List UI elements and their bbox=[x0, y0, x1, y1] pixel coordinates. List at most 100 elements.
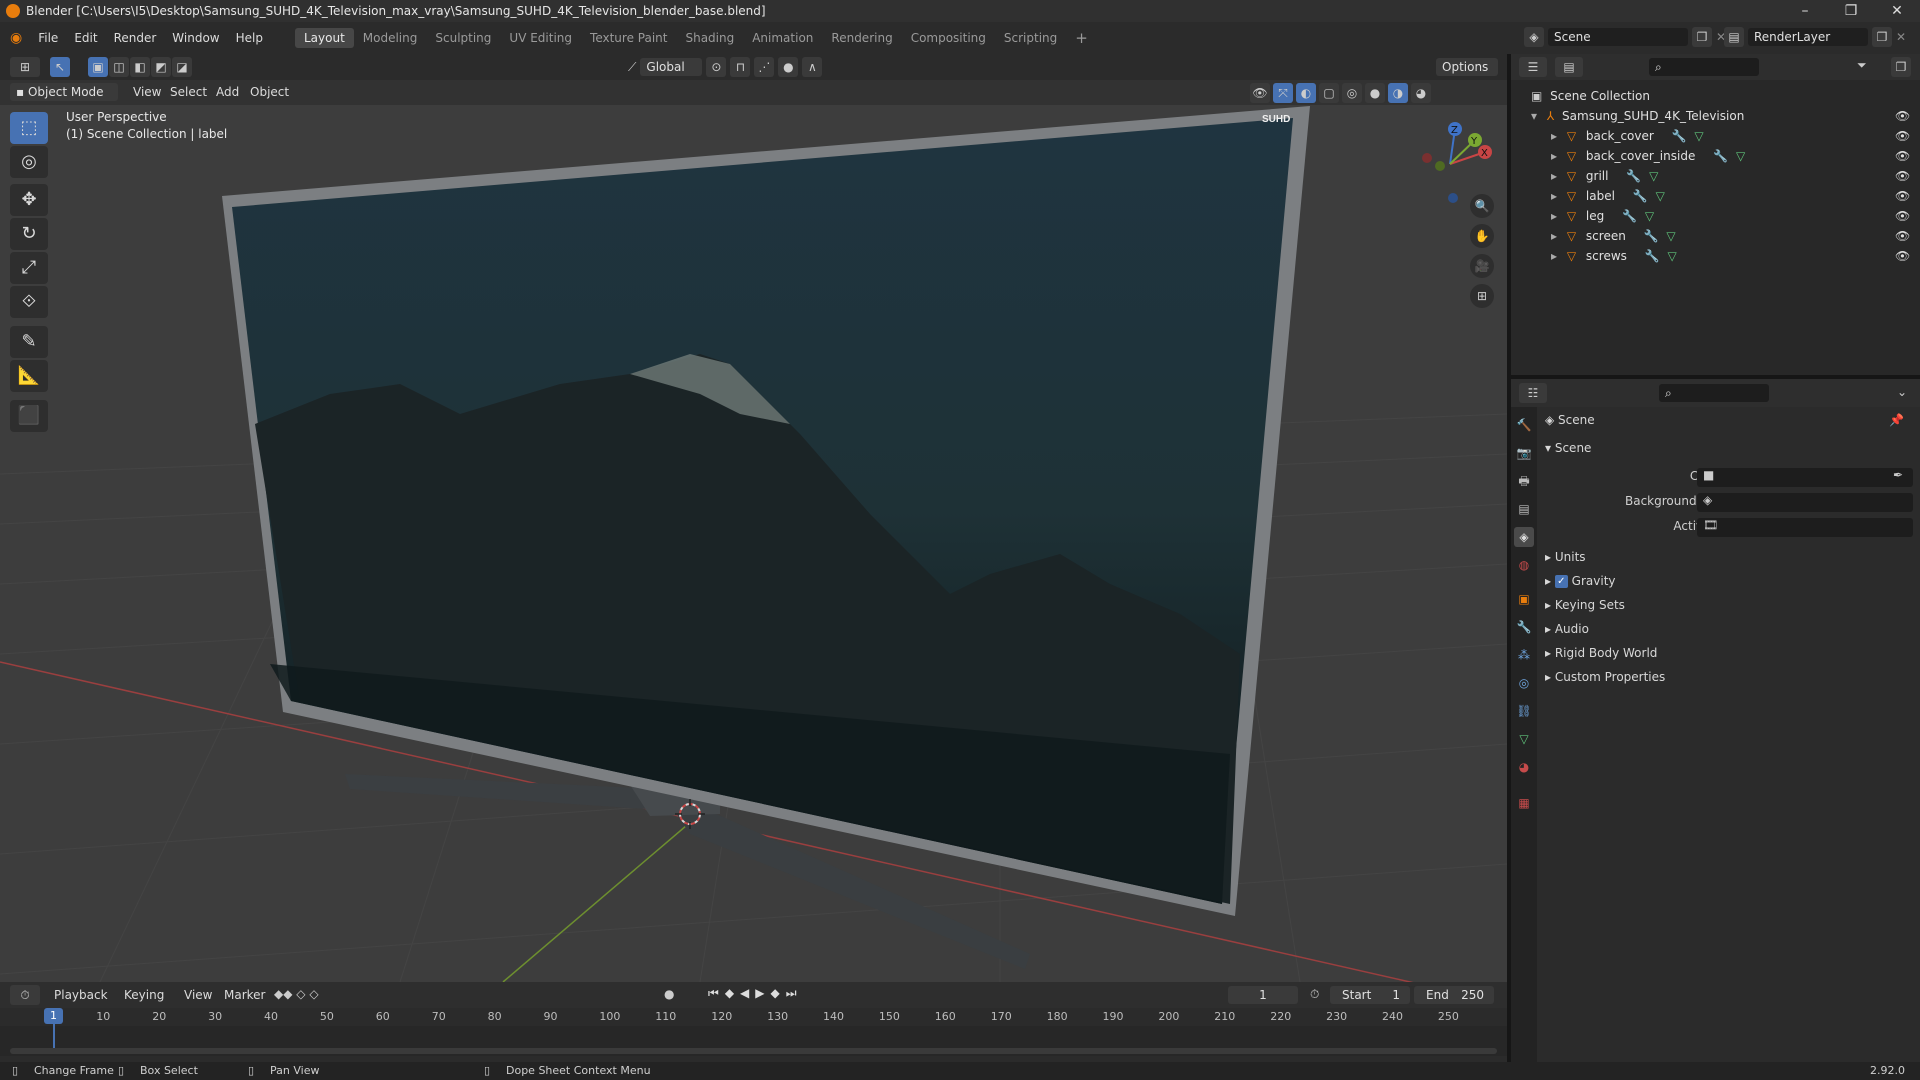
visibility-eye-icon[interactable]: 👁 bbox=[1895, 126, 1910, 146]
gravity-checkbox[interactable]: ✓ bbox=[1554, 575, 1568, 588]
visibility-icon[interactable]: 👁 bbox=[1250, 83, 1270, 103]
particles-tab-icon[interactable]: ⁂ bbox=[1514, 645, 1534, 665]
modifier-wrench-icon[interactable]: 🔧 bbox=[1713, 149, 1728, 163]
subpanel-gravity[interactable]: ▸ ✓ Gravity bbox=[1545, 570, 1915, 592]
modifier-wrench-icon[interactable]: 🔧 bbox=[1622, 209, 1637, 223]
visibility-eye-icon[interactable]: 👁 bbox=[1895, 206, 1910, 226]
expand-chevron-icon[interactable]: ▸ bbox=[1551, 189, 1557, 203]
properties-search-input[interactable]: ⌕ bbox=[1659, 384, 1769, 402]
transform-tool-icon[interactable]: ⟐ bbox=[10, 286, 48, 318]
timeline-track-area[interactable]: 10 20 30 40 50 60 70 80 90 100 110 120 130 140 150 160 1… bbox=[0, 1008, 1507, 1056]
select-new-icon[interactable]: ▣ bbox=[88, 57, 108, 77]
annotate-tool-icon[interactable]: ✎ bbox=[10, 326, 48, 358]
shading-solid-icon[interactable]: ● bbox=[1365, 83, 1385, 103]
area-divider[interactable] bbox=[1511, 375, 1920, 379]
shading-material-icon[interactable]: ◑ bbox=[1388, 83, 1408, 103]
new-collection-icon[interactable]: ❐ bbox=[1891, 57, 1911, 77]
outliner-row-object[interactable]: ▸ ▽ back_cover_inside 🔧 ▽ 👁 bbox=[1511, 146, 1920, 166]
editor-type-button[interactable]: ⊞ bbox=[10, 57, 40, 77]
xray-toggle-icon[interactable]: ▢ bbox=[1319, 83, 1339, 103]
outliner-editor-type-icon[interactable]: ☰ bbox=[1519, 57, 1547, 77]
timeline-editor-type-icon[interactable]: ⏱ bbox=[10, 985, 40, 1005]
select-box-tool-icon[interactable]: ⬚ bbox=[10, 112, 48, 144]
material-tab-icon[interactable]: ◕ bbox=[1514, 757, 1534, 777]
visibility-eye-icon[interactable]: 👁 bbox=[1895, 186, 1910, 206]
shading-rendered-icon[interactable]: ◕ bbox=[1411, 83, 1431, 103]
eyedropper-icon[interactable]: ✒ bbox=[1893, 468, 1903, 482]
blender-menu-icon[interactable]: ◉ bbox=[10, 30, 22, 46]
next-keyframe-icon[interactable]: ◆ bbox=[771, 986, 780, 1001]
rotate-tool-icon[interactable]: ↻ bbox=[10, 218, 48, 250]
tab-modeling[interactable]: Modeling bbox=[354, 28, 427, 48]
pivot-point-icon[interactable]: ⊙ bbox=[706, 57, 727, 77]
viewport-scene[interactable]: SUHD bbox=[0, 54, 1507, 982]
zoom-icon[interactable]: 🔍 bbox=[1470, 194, 1494, 218]
subpanel-audio[interactable]: ▸ Audio bbox=[1545, 618, 1915, 640]
data-tab-icon[interactable]: ▽ bbox=[1514, 729, 1534, 749]
3d-viewport[interactable]: SUHD ⊞ ↖ ▣ ◫ ◧ ◩ ◪ ⟋ Global ⊙ ⊓ ⋰ ● ∧ Op… bbox=[0, 54, 1507, 982]
delete-view-layer-icon[interactable]: ✕ bbox=[1896, 30, 1906, 44]
view-layer-field[interactable]: RenderLayer bbox=[1748, 28, 1868, 46]
outliner-row-collection[interactable]: ▾ ⅄ Samsung_SUHD_4K_Television 👁 bbox=[1511, 106, 1920, 126]
outliner-row-object[interactable]: ▸ ▽ screws 🔧 ▽ 👁 bbox=[1511, 246, 1920, 266]
subpanel-custom-properties[interactable]: ▸ Custom Properties bbox=[1545, 666, 1915, 688]
modifier-wrench-icon[interactable]: 🔧 bbox=[1644, 229, 1659, 243]
visibility-eye-icon[interactable]: 👁 bbox=[1895, 166, 1910, 186]
visibility-eye-icon[interactable]: 👁 bbox=[1895, 106, 1910, 126]
new-scene-icon[interactable]: ❐ bbox=[1692, 27, 1712, 47]
menu-window[interactable]: Window bbox=[164, 28, 227, 48]
select-extend-icon[interactable]: ◫ bbox=[109, 57, 129, 77]
tab-sculpting[interactable]: Sculpting bbox=[426, 28, 500, 48]
expand-chevron-icon[interactable]: ▸ bbox=[1551, 149, 1557, 163]
tool-select-icon[interactable]: ↖ bbox=[50, 57, 70, 77]
playhead-frame-indicator[interactable]: 1 bbox=[44, 1008, 63, 1024]
timeline-menu-playback[interactable]: Playback bbox=[46, 985, 116, 1005]
properties-editor-type-icon[interactable]: ☷ bbox=[1519, 383, 1547, 403]
maximize-button[interactable]: ❐ bbox=[1828, 0, 1874, 22]
scale-tool-icon[interactable]: ⤢ bbox=[10, 252, 48, 284]
scene-panel-header[interactable]: ▾ Scene bbox=[1545, 437, 1915, 459]
menu-file[interactable]: File bbox=[30, 28, 66, 48]
modifier-wrench-icon[interactable]: 🔧 bbox=[1672, 129, 1687, 143]
select-subtract-icon[interactable]: ◧ bbox=[130, 57, 150, 77]
physics-tab-icon[interactable]: ◎ bbox=[1514, 673, 1534, 693]
pin-icon[interactable]: 📌 bbox=[1889, 409, 1904, 431]
jump-start-icon[interactable]: ⏮ bbox=[708, 986, 719, 1001]
play-reverse-icon[interactable]: ◀ bbox=[740, 986, 749, 1001]
snap-icon[interactable]: ⊓ bbox=[730, 57, 751, 77]
visibility-eye-icon[interactable]: 👁 bbox=[1895, 226, 1910, 246]
modifier-wrench-icon[interactable]: 🔧 bbox=[1626, 169, 1641, 183]
subpanel-units[interactable]: ▸ Units bbox=[1545, 546, 1915, 568]
tab-scripting[interactable]: Scripting bbox=[995, 28, 1066, 48]
tab-compositing[interactable]: Compositing bbox=[902, 28, 995, 48]
prev-keyframe-icon[interactable]: ◆ bbox=[725, 986, 734, 1001]
viewport-menu-object[interactable]: Object bbox=[242, 82, 297, 102]
timeline-menu-keying[interactable]: Keying bbox=[116, 985, 172, 1005]
gizmo-neg-y[interactable] bbox=[1435, 161, 1445, 171]
mesh-data-icon[interactable]: ▽ bbox=[1656, 189, 1665, 203]
expand-chevron-icon[interactable]: ▸ bbox=[1551, 129, 1557, 143]
tab-shading[interactable]: Shading bbox=[676, 28, 743, 48]
mesh-data-icon[interactable]: ▽ bbox=[1668, 249, 1677, 263]
timeline-menu-marker[interactable]: Marker bbox=[216, 985, 273, 1005]
start-frame-field[interactable]: Start 1 bbox=[1330, 986, 1410, 1004]
mesh-data-icon[interactable]: ▽ bbox=[1694, 129, 1703, 143]
cursor-tool-icon[interactable]: ◎ bbox=[10, 146, 48, 178]
minimize-button[interactable]: – bbox=[1782, 0, 1828, 22]
menu-edit[interactable]: Edit bbox=[66, 28, 105, 48]
mesh-data-icon[interactable]: ▽ bbox=[1666, 229, 1675, 243]
expand-chevron-icon[interactable]: ▾ bbox=[1531, 109, 1537, 123]
camera-field[interactable]: ■ ✒ bbox=[1697, 468, 1913, 487]
output-tab-icon[interactable]: 🖶 bbox=[1514, 471, 1534, 491]
proportional-edit-icon[interactable]: ● bbox=[778, 57, 799, 77]
move-tool-icon[interactable]: ✥ bbox=[10, 184, 48, 216]
expand-chevron-icon[interactable]: ▸ bbox=[1551, 169, 1557, 183]
jump-end-icon[interactable]: ⏭ bbox=[786, 986, 797, 1001]
tab-layout[interactable]: Layout bbox=[294, 28, 354, 48]
tab-uv-editing[interactable]: UV Editing bbox=[500, 28, 581, 48]
subpanel-keying-sets[interactable]: ▸ Keying Sets bbox=[1545, 594, 1915, 616]
current-frame-field[interactable]: 1 bbox=[1228, 986, 1298, 1004]
gizmo-neg-z[interactable] bbox=[1448, 193, 1458, 203]
world-tab-icon[interactable]: ◍ bbox=[1514, 555, 1534, 575]
preview-range-icon[interactable]: ⏱ bbox=[1310, 987, 1319, 1002]
